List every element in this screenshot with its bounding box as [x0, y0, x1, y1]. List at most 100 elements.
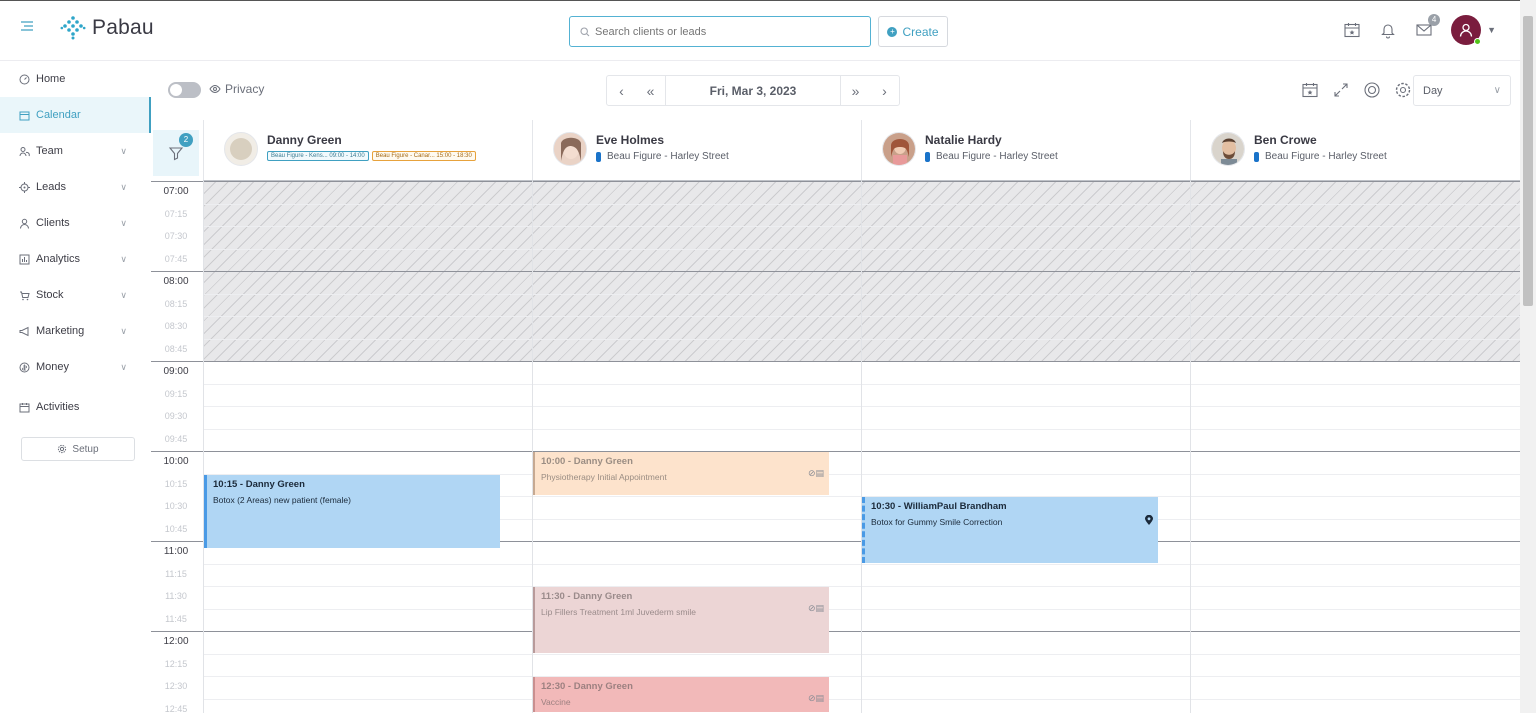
shift-tags: Beau Figure - Kens... 09:00 - 14:00 Beau…	[267, 151, 476, 161]
sidebar-item-label: Home	[36, 73, 66, 85]
time-label: 07:00	[163, 186, 189, 197]
appointment-title: 10:00 - Danny Green	[541, 456, 633, 467]
sidebar-item-marketing[interactable]: Marketing ∨	[0, 313, 151, 349]
filter-icon	[168, 147, 184, 161]
sidebar-item-home[interactable]: Home	[0, 61, 151, 97]
time-label: 11:15	[165, 568, 187, 579]
time-slot-row[interactable]: 12:15	[151, 653, 1520, 677]
time-slot-row[interactable]: 10:00	[151, 451, 1520, 474]
time-slot-row[interactable]: 09:15	[151, 383, 1520, 407]
shift-tag[interactable]: Beau Figure - Kens... 09:00 - 14:00	[267, 151, 369, 161]
time-slot-row[interactable]: 11:15	[151, 563, 1520, 587]
avatar-caret-icon[interactable]: ▼	[1487, 25, 1496, 35]
time-slot-row[interactable]: 12:45	[151, 698, 1520, 713]
search-box[interactable]	[569, 16, 871, 47]
employee-column-header[interactable]: Ben Crowe Beau Figure - Harley Street	[1190, 120, 1520, 181]
scrollbar-thumb[interactable]	[1523, 16, 1533, 306]
time-label: 12:45	[164, 703, 188, 713]
column-divider	[1190, 181, 1191, 713]
appointment-title: 10:15 - Danny Green	[213, 478, 305, 490]
user-avatar[interactable]	[1451, 15, 1482, 45]
chevron-down-icon: ∨	[120, 145, 127, 156]
sidebar-item-label: Leads	[36, 181, 66, 193]
calendar-star-icon[interactable]	[1343, 21, 1361, 39]
logo[interactable]: Pabau	[60, 15, 154, 41]
sidebar-item-analytics[interactable]: Analytics ∨	[0, 241, 151, 277]
time-label: 07:45	[164, 253, 188, 264]
sidebar-item-clients[interactable]: Clients ∨	[0, 205, 151, 241]
time-label: 09:45	[164, 433, 188, 444]
mail-icon[interactable]: 4	[1415, 14, 1441, 39]
prev-week-button[interactable]: «	[636, 76, 665, 105]
time-slot-row[interactable]: 08:00	[151, 271, 1520, 294]
employee-name: Danny Green	[267, 133, 342, 147]
view-select-value: Day	[1423, 84, 1443, 97]
employee-name: Eve Holmes	[596, 133, 665, 147]
avatar	[1211, 132, 1245, 166]
privacy-control[interactable]: Privacy	[209, 82, 264, 96]
sidebar-item-activities[interactable]: Activities	[0, 389, 151, 425]
view-select[interactable]: Day ∨	[1413, 75, 1511, 106]
chevron-down-icon: ∨	[120, 217, 127, 228]
time-slot-row[interactable]: 11:45	[151, 608, 1520, 632]
bell-icon[interactable]	[1379, 21, 1397, 39]
search-input[interactable]	[595, 25, 855, 38]
privacy-label: Privacy	[225, 82, 265, 96]
time-slot-row[interactable]: 08:45	[151, 338, 1520, 362]
page-scrollbar[interactable]	[1520, 0, 1536, 713]
time-slot-row[interactable]: 08:15	[151, 293, 1520, 317]
time-slot-row[interactable]: 09:00	[151, 361, 1520, 384]
employee-column-header[interactable]: Danny Green Beau Figure - Kens... 09:00 …	[203, 120, 533, 181]
sidebar-item-team[interactable]: Team ∨	[0, 133, 151, 169]
time-slot-row[interactable]: 12:00	[151, 631, 1520, 654]
time-slot-row[interactable]: 08:30	[151, 316, 1520, 339]
sidebar-item-label: Team	[36, 145, 63, 157]
calendar-event-icon[interactable]	[1301, 81, 1319, 99]
appointment-title: 10:30 - WilliamPaul Brandham	[871, 501, 1007, 512]
time-slot-row[interactable]: 09:30	[151, 406, 1520, 429]
time-slot-row[interactable]: 11:30	[151, 586, 1520, 609]
sidebar-item-calendar[interactable]: Calendar	[0, 97, 151, 133]
appointment-card[interactable]: 10:15 - Danny Green Botox (2 Areas) new p…	[204, 474, 500, 548]
time-slot-row[interactable]: 09:45	[151, 428, 1520, 452]
sidebar-item-leads[interactable]: Leads ∨	[0, 169, 151, 205]
employee-filter-button[interactable]: 2	[153, 130, 199, 176]
avatar	[553, 132, 587, 166]
time-slot-row[interactable]: 07:00	[151, 181, 1520, 204]
appointment-card[interactable]: 10:00 - Danny Green Physiotherapy Initial…	[533, 452, 829, 495]
chevron-down-icon: ∨	[120, 361, 127, 372]
setup-button[interactable]: Setup	[21, 437, 135, 461]
time-slot-row[interactable]: 07:30	[151, 226, 1520, 249]
status-note-icons: ⊘▤	[807, 693, 824, 703]
fullscreen-icon[interactable]	[1332, 81, 1350, 99]
time-slot-row[interactable]: 12:30	[151, 676, 1520, 699]
employee-column-header[interactable]: Eve Holmes Beau Figure - Harley Street	[532, 120, 861, 181]
clients-icon	[19, 218, 30, 229]
appointment-service: Vaccine	[541, 697, 571, 707]
sidebar-item-stock[interactable]: Stock ∨	[0, 277, 151, 313]
appointment-card[interactable]: 11:30 - Danny Green Lip Fillers Treatment…	[533, 587, 829, 653]
time-slot-row[interactable]: 07:45	[151, 248, 1520, 272]
time-slot-row[interactable]: 07:15	[151, 203, 1520, 227]
appointment-card[interactable]: 10:30 - WilliamPaul Brandham Botox for Gu…	[862, 497, 1158, 563]
privacy-toggle[interactable]	[168, 82, 201, 98]
gear-icon	[58, 444, 67, 454]
help-icon[interactable]	[1363, 81, 1381, 99]
time-label: 10:30	[164, 501, 188, 511]
sidebar-item-label: Clients	[36, 217, 70, 229]
sidebar-item-money[interactable]: Money ∨	[0, 349, 151, 385]
prev-day-button[interactable]: ‹	[607, 76, 636, 105]
create-button[interactable]: + Create	[878, 16, 948, 47]
current-date[interactable]: Fri, Mar 3, 2023	[665, 76, 841, 105]
money-icon	[19, 362, 30, 373]
menu-toggle-icon[interactable]	[20, 19, 38, 37]
appointment-card[interactable]: 12:30 - Danny Green Vaccine ⊘▤	[533, 677, 829, 712]
time-label: 10:00	[163, 456, 189, 467]
status-note-icons: ⊘▤	[807, 603, 824, 613]
shift-tag[interactable]: Beau Figure - Canar... 15:00 - 18:30	[371, 151, 476, 161]
employee-column-header[interactable]: Natalie Hardy Beau Figure - Harley Stree…	[861, 120, 1190, 181]
next-week-button[interactable]: »	[841, 76, 870, 105]
next-day-button[interactable]: ›	[870, 76, 899, 105]
time-label: 09:30	[164, 411, 188, 421]
settings-gear-icon[interactable]	[1394, 81, 1412, 99]
